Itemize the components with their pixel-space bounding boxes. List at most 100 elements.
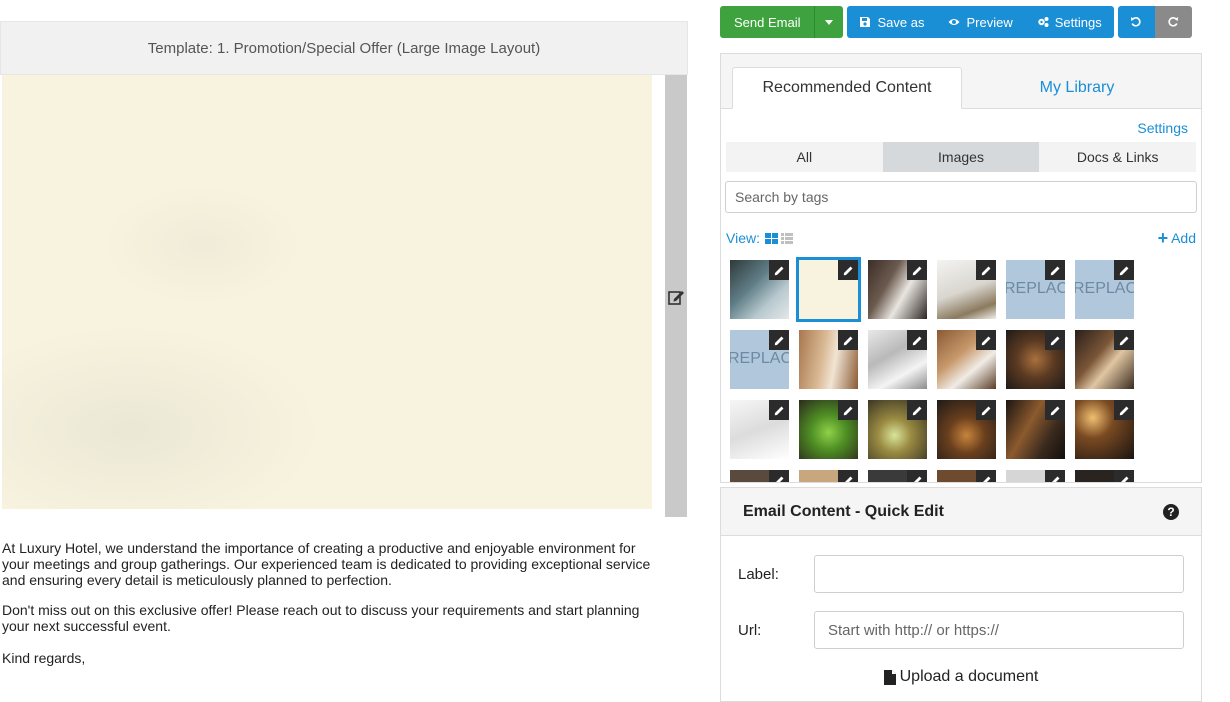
upload-document-button[interactable]: Upload a document: [721, 668, 1201, 686]
pencil-icon[interactable]: [1114, 260, 1134, 280]
image-thumbnail[interactable]: [937, 260, 996, 319]
quick-edit-panel: Email Content - Quick Edit ? Label: Url:…: [720, 487, 1202, 702]
list-view-icon[interactable]: [780, 232, 793, 244]
settings-label: Settings: [1054, 14, 1102, 30]
redo-icon: [1168, 17, 1179, 27]
hero-image[interactable]: [2, 75, 652, 509]
pencil-icon[interactable]: [1114, 400, 1134, 420]
save-icon: [860, 17, 871, 27]
email-paragraph: At Luxury Hotel, we understand the impor…: [2, 540, 651, 588]
image-thumbnail[interactable]: [868, 470, 927, 482]
edit-block-rail[interactable]: [665, 75, 687, 517]
send-email-button[interactable]: Send Email: [720, 6, 815, 38]
pencil-icon[interactable]: [838, 470, 858, 482]
replace-placeholder-text: REPLACE: [730, 350, 789, 367]
pencil-icon[interactable]: [907, 330, 927, 350]
url-input[interactable]: [814, 611, 1184, 649]
filter-docs-links[interactable]: Docs & Links: [1039, 142, 1196, 172]
url-row: Url:: [721, 611, 1201, 649]
image-thumbnail[interactable]: REPLACE: [1006, 260, 1065, 319]
email-closing: Kind regards,: [2, 650, 86, 666]
image-thumbnail[interactable]: [799, 330, 858, 389]
image-thumbnail[interactable]: [796, 257, 861, 322]
library-tabs: Recommended Content My Library: [721, 54, 1201, 109]
image-thumbnail[interactable]: [868, 400, 927, 459]
quick-edit-title: Email Content - Quick Edit: [743, 502, 944, 520]
library-settings-link[interactable]: Settings: [1137, 120, 1188, 136]
view-row: View: + Add: [726, 229, 1196, 247]
replace-placeholder-text: REPLACE: [1075, 280, 1134, 297]
image-thumbnail[interactable]: [799, 400, 858, 459]
editor-toolbar: Send Email Save as Preview Settings: [720, 6, 1192, 38]
image-thumbnail[interactable]: [730, 260, 789, 319]
email-preview: Template: 1. Promotion/Special Offer (La…: [0, 0, 700, 696]
pencil-icon[interactable]: [769, 470, 789, 482]
pencil-icon[interactable]: [838, 260, 858, 280]
pencil-icon[interactable]: [976, 400, 996, 420]
filter-images[interactable]: Images: [882, 142, 1040, 172]
image-thumbnail[interactable]: [1075, 400, 1134, 459]
pencil-icon[interactable]: [976, 260, 996, 280]
edit-icon[interactable]: [667, 288, 685, 306]
replace-placeholder-text: REPLACE: [1006, 280, 1065, 297]
caret-down-icon: [825, 20, 834, 25]
quick-edit-header: Email Content - Quick Edit ?: [721, 488, 1201, 536]
tag-search-input[interactable]: [725, 181, 1197, 213]
pencil-icon[interactable]: [1045, 330, 1065, 350]
file-icon: [883, 669, 896, 685]
label-input[interactable]: [814, 555, 1184, 593]
grid-view-icon[interactable]: [764, 232, 778, 244]
image-thumbnail[interactable]: [1075, 470, 1134, 482]
hero-image-faded-shape: [2, 325, 322, 509]
image-thumbnail[interactable]: [868, 330, 927, 389]
pencil-icon[interactable]: [1045, 400, 1065, 420]
pencil-icon[interactable]: [769, 330, 789, 350]
add-content-button[interactable]: + Add: [1157, 228, 1196, 248]
send-email-group: Send Email: [720, 6, 844, 38]
image-thumbnail[interactable]: [799, 470, 858, 482]
plus-icon: +: [1157, 228, 1169, 248]
help-icon[interactable]: ?: [1163, 503, 1179, 520]
pencil-icon[interactable]: [1045, 260, 1065, 280]
pencil-icon[interactable]: [976, 470, 996, 482]
filter-all[interactable]: All: [726, 142, 883, 172]
tab-recommended-content[interactable]: Recommended Content: [732, 67, 962, 109]
action-group: Save as Preview Settings: [847, 6, 1114, 38]
pencil-icon[interactable]: [907, 260, 927, 280]
pencil-icon[interactable]: [838, 400, 858, 420]
undo-button[interactable]: [1117, 6, 1155, 38]
image-thumbnail[interactable]: [730, 470, 789, 482]
pencil-icon[interactable]: [907, 470, 927, 482]
add-label: Add: [1171, 230, 1196, 246]
pencil-icon[interactable]: [1114, 470, 1134, 482]
label-field-label: Label:: [738, 565, 779, 583]
upload-label: Upload a document: [899, 668, 1039, 685]
template-title: Template: 1. Promotion/Special Offer (La…: [0, 21, 688, 75]
image-thumbnail[interactable]: [730, 400, 789, 459]
redo-button[interactable]: [1154, 6, 1192, 38]
pencil-icon[interactable]: [976, 330, 996, 350]
image-thumbnail[interactable]: [1006, 330, 1065, 389]
preview-button[interactable]: Preview: [936, 6, 1025, 38]
image-thumbnail[interactable]: REPLACE: [1075, 260, 1134, 319]
image-thumbnail[interactable]: [937, 470, 996, 482]
image-thumbnail[interactable]: [868, 260, 927, 319]
pencil-icon[interactable]: [1114, 330, 1134, 350]
send-options-dropdown[interactable]: [814, 6, 844, 38]
image-thumbnail[interactable]: [937, 400, 996, 459]
image-thumbnail[interactable]: REPLACE: [730, 330, 789, 389]
image-thumbnail[interactable]: [1075, 330, 1134, 389]
pencil-icon[interactable]: [769, 400, 789, 420]
pencil-icon[interactable]: [838, 330, 858, 350]
pencil-icon[interactable]: [907, 400, 927, 420]
image-thumbnail[interactable]: [1006, 400, 1065, 459]
tab-my-library[interactable]: My Library: [962, 67, 1192, 109]
content-filter: All Images Docs & Links: [726, 142, 1196, 172]
image-thumbnail[interactable]: [1006, 470, 1065, 482]
save-as-button[interactable]: Save as: [847, 6, 937, 38]
eye-icon: [948, 19, 960, 25]
pencil-icon[interactable]: [769, 260, 789, 280]
settings-button[interactable]: Settings: [1024, 6, 1114, 38]
image-thumbnail[interactable]: [937, 330, 996, 389]
pencil-icon[interactable]: [1045, 470, 1065, 482]
